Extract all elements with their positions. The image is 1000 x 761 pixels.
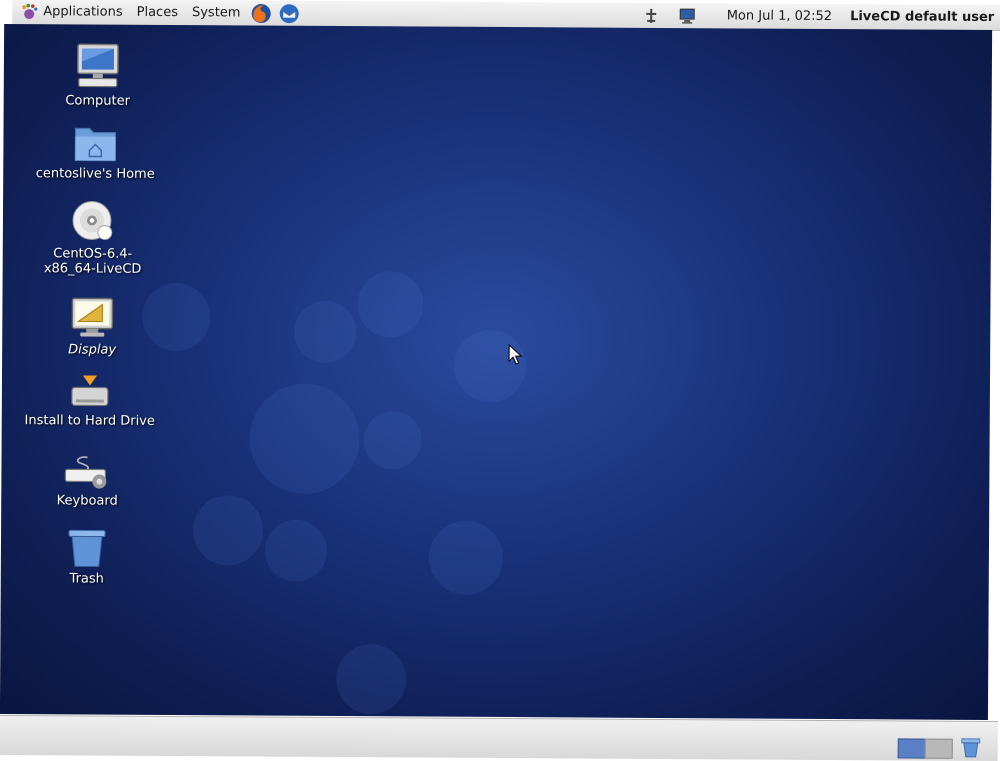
desktop-icon-livecd[interactable]: CentOS-6.4-x86_64-LiveCD [23, 198, 163, 277]
network-icon[interactable] [641, 5, 661, 25]
applications-menu-label: Applications [43, 4, 123, 20]
gnome-foot-icon [22, 3, 38, 19]
home-folder-icon [74, 127, 117, 162]
clock[interactable]: Mon Jul 1, 02:52 [705, 8, 844, 24]
firefox-icon[interactable] [250, 2, 272, 24]
system-menu[interactable]: System [185, 0, 248, 25]
desktop-icon-label: centoslive's Home [35, 166, 155, 182]
desktop-icon-label: Install to Hard Drive [24, 413, 155, 429]
desktop-icon-computer[interactable]: Computer [28, 41, 168, 109]
user-menu[interactable]: LiveCD default user [844, 9, 1000, 25]
desktop-icon-label: Display [68, 342, 117, 358]
display-settings-icon [71, 297, 114, 337]
thunderbird-icon[interactable] [278, 2, 300, 24]
workspace-2-switcher[interactable] [924, 738, 953, 759]
screen: Applications Places System Mon Jul 1, 02… [0, 0, 1000, 761]
applications-menu[interactable]: Applications [12, 0, 130, 25]
display-icon[interactable] [677, 6, 697, 26]
bottom-panel [0, 714, 998, 761]
desktop-icon-label: Keyboard [56, 493, 118, 509]
places-menu[interactable]: Places [130, 0, 185, 25]
desktop-icon-label: CentOS-6.4-x86_64-LiveCD [43, 246, 142, 277]
desktop-icon-keyboard[interactable]: Keyboard [17, 453, 157, 509]
desktop-icon-trash[interactable]: Trash [17, 527, 157, 587]
mouse-pointer-icon [508, 344, 523, 365]
cd-icon [72, 201, 113, 241]
keyboard-icon [64, 456, 107, 489]
trash-icon [68, 529, 106, 568]
trash-applet-icon[interactable] [960, 737, 982, 759]
desktop-icon-label: Trash [69, 571, 104, 587]
desktop-icon-install[interactable]: Install to Hard Drive [20, 371, 160, 429]
install-icon [71, 375, 109, 407]
desktop-icon-label: Computer [65, 93, 131, 109]
workspace-1-switcher[interactable] [897, 738, 926, 759]
desktop-icon-display[interactable]: Display [22, 294, 162, 358]
desktop-icon-home[interactable]: centoslive's Home [25, 122, 165, 182]
computer-icon [77, 43, 119, 88]
